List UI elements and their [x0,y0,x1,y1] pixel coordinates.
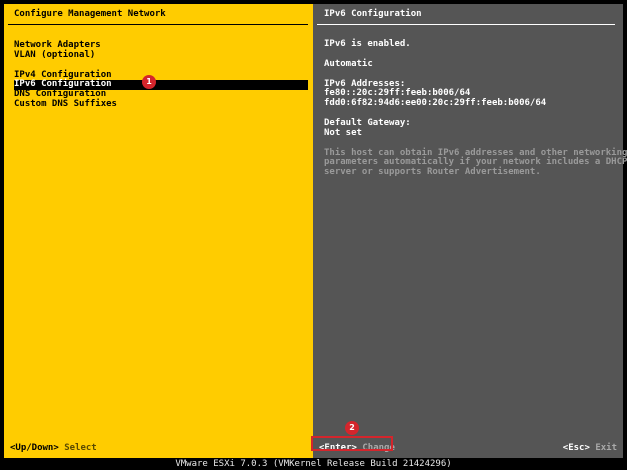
footer-select-hint: <Up/Down> Select [10,443,97,453]
menu-item-custom-dns-suffixes[interactable]: Custom DNS Suffixes [14,99,308,110]
callout-badge-1: 1 [142,75,156,89]
default-gateway-value: Not set [324,127,362,138]
right-panel-title: IPv6 Configuration [317,4,615,25]
help-text-line-3: server or supports Router Advertisement. [324,167,541,178]
ipv6-details: IPv6 is enabled. Automatic IPv6 Addresse… [324,39,627,178]
footer-exit-hint: <Esc> Exit [563,443,617,453]
right-panel: IPv6 Configuration IPv6 is enabled. Auto… [313,4,627,458]
ipv6-mode: Automatic [324,58,373,69]
callout-badge-2: 2 [345,421,359,435]
footer-up-down-key[interactable]: <Up/Down> [10,443,59,453]
menu-item-vlan[interactable]: VLAN (optional) [14,50,308,61]
footer-esc-key[interactable]: <Esc> [563,443,590,453]
menu-list: Network Adapters VLAN (optional) IPv4 Co… [14,40,308,110]
default-gateway-label: Default Gateway: [324,117,411,128]
status-bar: VMware ESXi 7.0.3 (VMKernel Release Buil… [175,459,452,469]
footer-exit-label: Exit [595,443,617,453]
footer-select-label: Select [64,443,97,453]
left-panel: Configure Management Network Network Ada… [4,4,313,458]
ipv6-status: IPv6 is enabled. [324,39,411,49]
left-panel-title: Configure Management Network [8,4,308,25]
ipv6-address-unique-local: fdd0:6f82:94d6:ee00:20c:29ff:feeb:b006/6… [324,98,547,109]
callout-box-enter [311,436,393,451]
